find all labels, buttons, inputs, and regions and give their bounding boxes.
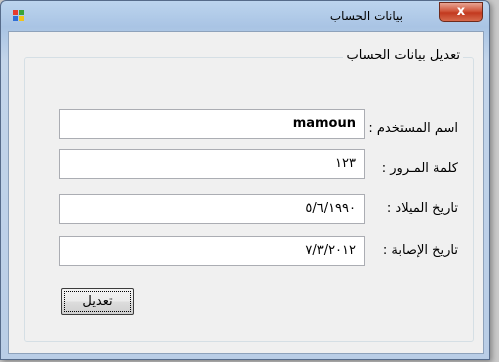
window-title: بيانات الحساب	[329, 9, 403, 23]
edit-button[interactable]: تعديل	[61, 288, 134, 315]
password-field[interactable]: ١٢٣	[59, 149, 365, 179]
group-title: تعديل بيانات الحساب	[343, 48, 463, 63]
username-label: اسم المستخدم :	[368, 121, 458, 136]
close-button[interactable]: x	[439, 2, 483, 22]
app-icon	[13, 10, 25, 22]
username-field[interactable]: mamoun	[59, 109, 365, 139]
password-label: كلمة المـرور :	[381, 161, 458, 176]
birthdate-label: تاريخ الميلاد :	[386, 201, 458, 216]
injury-date-label: تاريخ الإصابة :	[382, 243, 458, 258]
injury-date-field[interactable]: ٧/٣/٢٠١٢	[59, 236, 365, 266]
title-bar[interactable]: بيانات الحساب x	[1, 1, 489, 31]
birthdate-field[interactable]: ٥/٦/١٩٩٠	[59, 194, 365, 224]
client-area: تعديل بيانات الحساب اسم المستخدم : mamou…	[8, 31, 484, 354]
account-window: بيانات الحساب x تعديل بيانات الحساب اسم …	[0, 0, 490, 360]
